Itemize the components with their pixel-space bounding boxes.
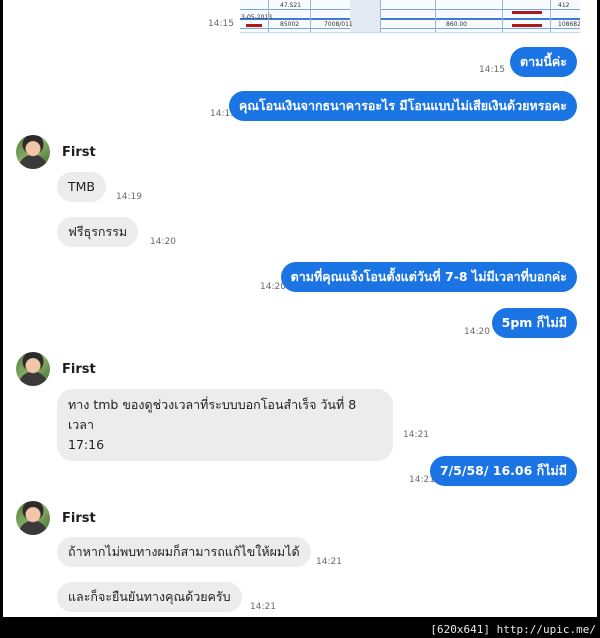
outgoing-message[interactable]: ตามนี้ค่ะ [510,47,577,77]
sheet-cell: 412 [558,2,570,9]
sheet-cell: 7008/011 [324,21,353,28]
message-time: 14:20 [150,237,176,247]
contact-name[interactable]: First [62,511,96,526]
contact-name[interactable]: First [62,145,96,160]
outgoing-message[interactable]: ตามที่คุณแจ้งโอนตั้งแต่วันที่ 7-8 ไม่มีเ… [280,262,577,292]
sheet-cell: 860.00 [446,21,467,28]
outgoing-message[interactable]: 5pm ก็ไม่มี [491,308,577,338]
message-time: 14:21 [316,557,342,567]
chat-window: 14:15 47.S21 85002 7008/011 860.00 10868… [3,0,597,617]
incoming-message[interactable]: ถ้าหากไม่พบทางผมก็สามารถแก้ไขให้ผมได้ [57,537,311,567]
incoming-message[interactable]: และก็จะยืนยันทางคุณด้วยครับ [57,582,242,612]
sheet-cell: 3-05-2013 [241,14,273,21]
message-line: 17:16 [68,437,105,452]
message-time: 14:15 [208,19,234,29]
contact-avatar[interactable] [16,501,50,535]
message-time: 14:15 [479,65,505,75]
message-time: 14:19 [116,192,142,202]
message-line: ทาง tmb ของดูช่วงเวลาที่ระบบบอกโอนสำเร็จ… [68,397,357,432]
message-time: 14:20 [464,327,490,337]
sheet-cell: 85002 [280,21,300,28]
watermark: [620x641] http://upic.me/ [430,623,596,636]
incoming-message[interactable]: ทาง tmb ของดูช่วงเวลาที่ระบบบอกโอนสำเร็จ… [57,389,393,461]
incoming-message[interactable]: TMB [57,172,106,202]
shared-image-spreadsheet[interactable]: 47.S21 85002 7008/011 860.00 108682 3-05… [240,0,580,33]
message-time: 14:21 [250,602,276,612]
contact-avatar[interactable] [16,135,50,169]
outgoing-message[interactable]: 7/5/58/ 16.06 ก็ไม่มี [429,456,577,486]
contact-avatar[interactable] [16,352,50,386]
message-time: 14:21 [403,430,429,440]
incoming-message[interactable]: ฟรีธุรกรรม [57,217,139,247]
contact-name[interactable]: First [62,362,96,377]
outgoing-message[interactable]: คุณโอนเงินจากธนาคารอะไร มีโอนแบบไม่เสียเ… [228,91,577,121]
sheet-cell: 47.S21 [280,2,301,9]
sheet-cell: 108682 [558,21,580,28]
